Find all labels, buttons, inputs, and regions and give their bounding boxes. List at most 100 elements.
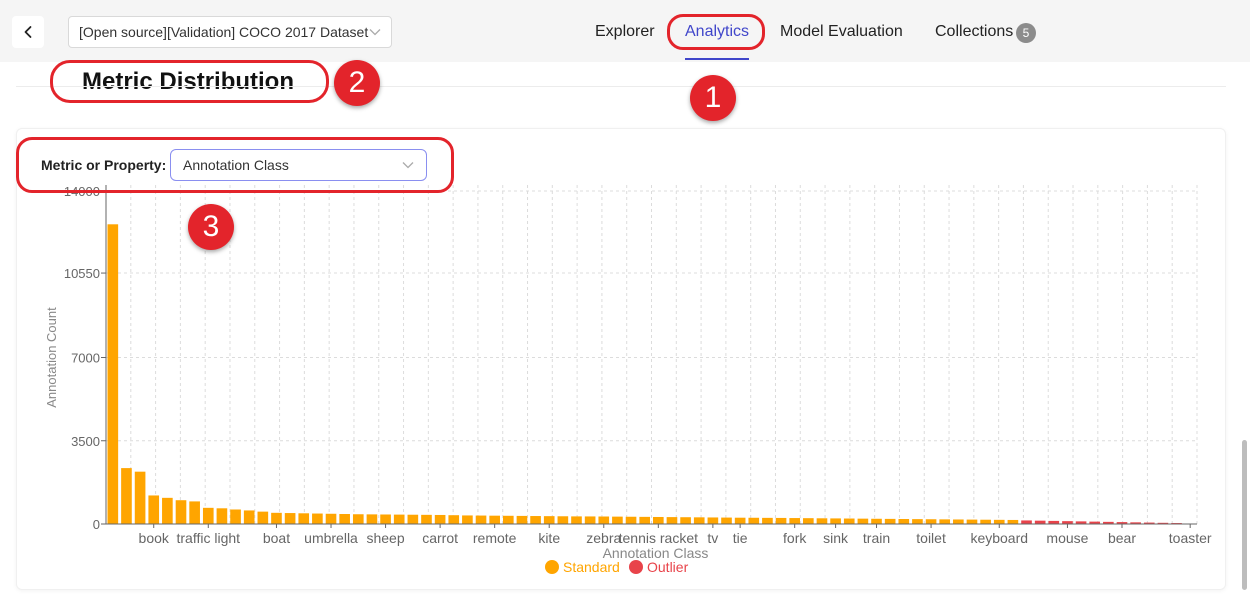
y-axis-title: Annotation Count xyxy=(44,307,59,408)
bar-standard xyxy=(912,519,923,524)
x-tick-label: kite xyxy=(538,530,560,546)
bar-standard xyxy=(530,516,541,524)
x-tick-label: fork xyxy=(783,530,807,546)
x-tick-label: mouse xyxy=(1046,530,1088,546)
metric-distribution-chart: 0 3500 7000 10550 14000 book traffic light boat… xyxy=(44,184,1212,561)
x-tick-label: carrot xyxy=(422,530,458,546)
bar-standard xyxy=(175,500,187,524)
bar-standard xyxy=(202,507,214,524)
bar-standard xyxy=(189,501,200,524)
x-tick-label: tennis racket xyxy=(619,530,698,546)
bar-outlier xyxy=(1021,520,1032,524)
bar-standard xyxy=(653,516,664,524)
bar-standard xyxy=(366,514,378,524)
bar-standard xyxy=(557,516,569,524)
bar-standard xyxy=(271,512,282,524)
legend-label-standard: Standard xyxy=(563,559,620,575)
bar-standard xyxy=(680,517,691,524)
bar-standard xyxy=(598,516,610,524)
bar-standard xyxy=(748,517,760,524)
bar-standard xyxy=(121,468,132,524)
bar-standard xyxy=(380,514,391,524)
bar-standard xyxy=(489,515,500,524)
bar-standard xyxy=(1007,519,1019,524)
annotation-badge-2: 2 xyxy=(334,60,380,106)
bar-standard xyxy=(434,514,446,524)
bar-standard xyxy=(789,518,801,524)
bar-standard xyxy=(448,515,460,524)
bar-standard xyxy=(857,518,869,524)
x-tick-label: zebra xyxy=(586,530,621,546)
x-tick-label: tv xyxy=(707,530,718,546)
legend-item-outlier[interactable]: Outlier xyxy=(629,559,688,575)
bar-standard xyxy=(734,517,746,524)
bar-standard xyxy=(612,516,623,524)
bar-standard xyxy=(352,514,364,524)
bar-standard xyxy=(421,514,432,524)
y-tick-label: 7000 xyxy=(71,351,100,366)
bar-standard xyxy=(980,519,991,524)
metric-label: Metric or Property: xyxy=(41,157,167,173)
legend-dot-outlier xyxy=(629,560,643,574)
x-tick-label: tie xyxy=(733,530,748,546)
x-tick-label: sink xyxy=(823,530,849,546)
x-tick-label: keyboard xyxy=(970,530,1028,546)
bar-standard xyxy=(762,517,773,524)
legend-item-standard[interactable]: Standard xyxy=(545,559,620,575)
bar-standard xyxy=(462,515,473,524)
x-tick-label: toilet xyxy=(916,530,946,546)
bar-standard xyxy=(107,224,119,525)
bar-standard xyxy=(312,513,323,524)
bar-standard xyxy=(816,518,828,524)
bar-standard xyxy=(257,511,269,524)
bar-standard xyxy=(993,519,1005,524)
bar-standard xyxy=(625,516,637,524)
y-tick-label: 3500 xyxy=(71,434,100,449)
bar-standard xyxy=(298,513,310,524)
annotation-badge-3: 3 xyxy=(188,204,234,250)
bar-standard xyxy=(543,516,555,524)
x-tick-label: sheep xyxy=(366,530,404,546)
bar-standard xyxy=(243,510,255,524)
bar-standard xyxy=(325,513,337,524)
bar-standard xyxy=(393,514,405,524)
bar-standard xyxy=(830,518,841,524)
metric-select[interactable]: Annotation Class xyxy=(170,149,427,181)
x-tick-label: traffic light xyxy=(177,530,241,546)
bar-standard xyxy=(571,516,582,524)
annotation-badge-1: 1 xyxy=(690,75,736,121)
bar-standard xyxy=(407,514,419,524)
x-tick-label: umbrella xyxy=(304,530,358,546)
bar-standard xyxy=(639,516,650,524)
metric-select-value: Annotation Class xyxy=(183,157,289,173)
bar-standard xyxy=(939,519,951,524)
bar-standard xyxy=(898,519,910,524)
bar-standard xyxy=(666,517,678,524)
y-tick-label: 0 xyxy=(93,517,100,532)
legend-dot-standard xyxy=(545,560,559,574)
chevron-down-icon xyxy=(402,162,414,169)
bar-standard xyxy=(925,519,937,524)
bar-standard xyxy=(216,508,228,524)
bar-standard xyxy=(953,519,964,524)
bar-standard xyxy=(803,518,814,524)
bar-standard xyxy=(134,471,146,524)
x-tick-label: toaster xyxy=(1169,530,1212,546)
bar-standard xyxy=(148,495,160,524)
bar-standard xyxy=(502,515,514,524)
bar-standard xyxy=(693,517,705,524)
bar-standard xyxy=(871,518,882,524)
bar-standard xyxy=(775,517,787,524)
bar-standard xyxy=(339,514,350,524)
y-tick-label: 10550 xyxy=(64,266,100,281)
x-tick-label: train xyxy=(863,530,890,546)
bar-standard xyxy=(707,517,719,524)
bar-standard xyxy=(843,518,855,524)
x-tick-label: book xyxy=(139,530,170,546)
scrollbar[interactable] xyxy=(1242,440,1247,590)
x-tick-label: boat xyxy=(263,530,290,546)
legend-label-outlier: Outlier xyxy=(647,559,689,575)
bar-standard xyxy=(162,497,173,524)
bar-standard xyxy=(230,509,241,524)
bar-standard xyxy=(516,515,528,524)
